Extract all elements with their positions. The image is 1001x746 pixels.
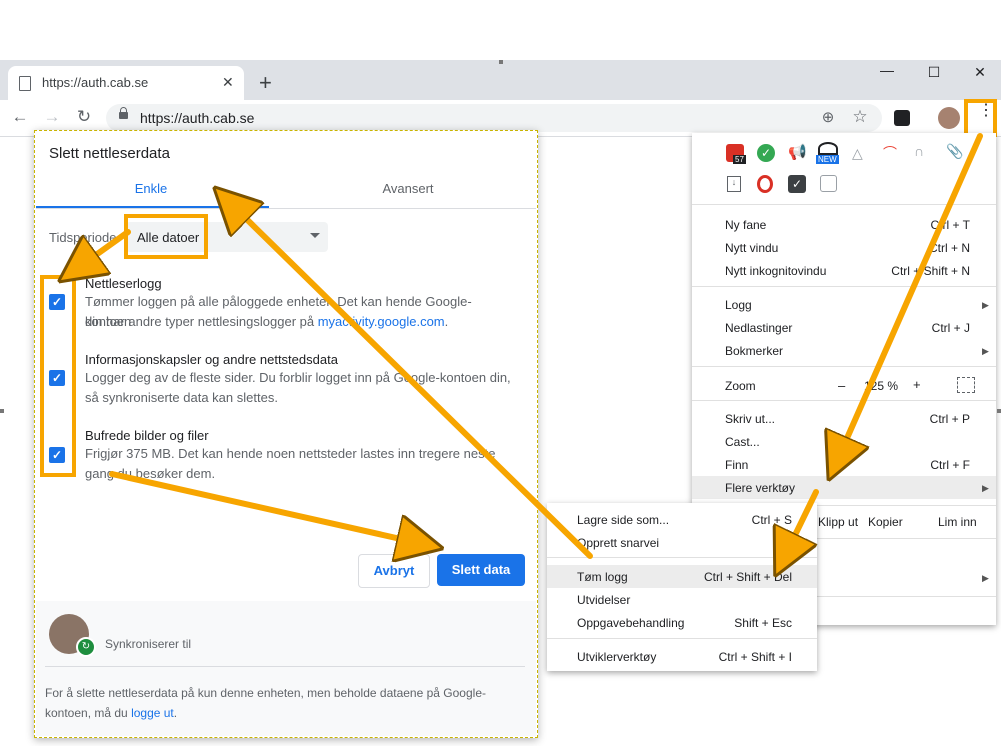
annotation-arrows xyxy=(0,133,983,746)
arrow-moretools-to-clear xyxy=(780,489,819,566)
resize-handle xyxy=(997,409,1001,413)
arrow-checkbox-to-button xyxy=(109,471,432,546)
resize-handle xyxy=(499,60,503,64)
arrow-clear-to-tab xyxy=(222,195,593,559)
arrow-period-to-checkbox xyxy=(68,229,131,275)
arrow-menu-to-moretools xyxy=(833,133,983,470)
resize-handle xyxy=(0,409,4,413)
